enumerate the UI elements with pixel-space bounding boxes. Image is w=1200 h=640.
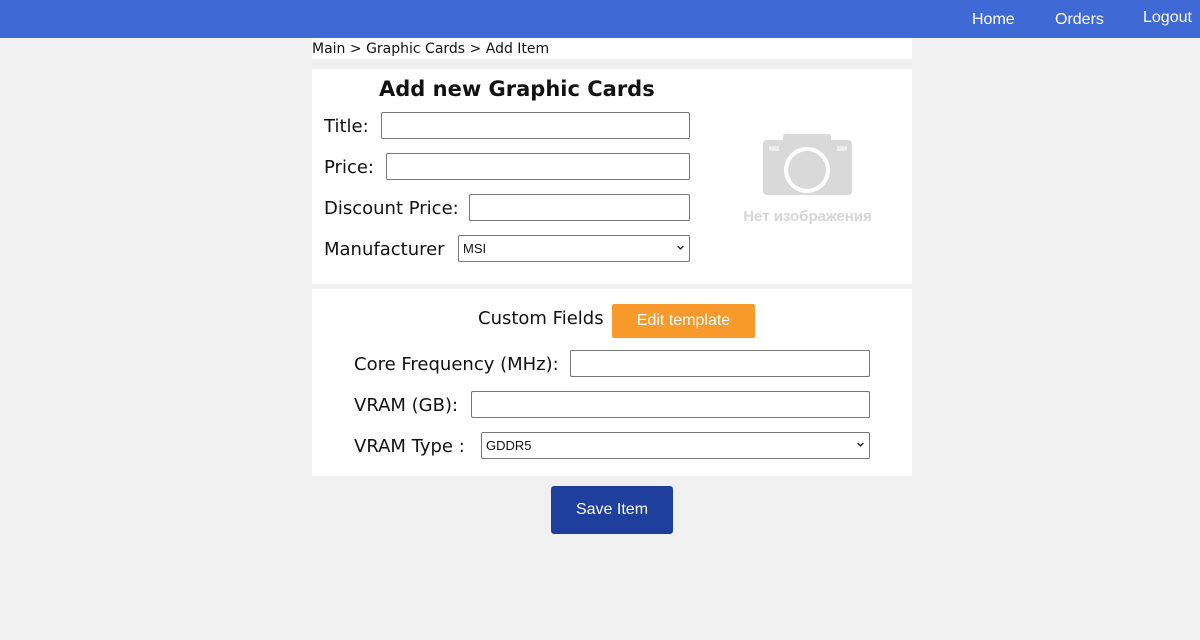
vram-input[interactable]	[471, 391, 870, 418]
discount-price-label: Discount Price:	[324, 198, 459, 219]
vram-type-label: VRAM Type :	[354, 436, 465, 457]
manufacturer-select[interactable]: MSI	[458, 235, 690, 262]
title-label: Title:	[324, 116, 369, 137]
price-label: Price:	[324, 157, 374, 178]
title-input[interactable]	[381, 112, 690, 139]
discount-price-input[interactable]	[469, 194, 690, 221]
custom-fields-panel: Custom Fields Edit template Core Frequen…	[312, 289, 912, 476]
chevron-down-icon	[857, 442, 864, 447]
no-image-placeholder: Нет изображения	[740, 134, 880, 234]
manufacturer-label: Manufacturer	[324, 239, 445, 260]
breadcrumb-separator: >	[345, 41, 367, 57]
nav-orders-link[interactable]: Orders	[1055, 11, 1104, 29]
item-form-panel: Add new Graphic Cards Title: Price: Disc…	[312, 69, 912, 284]
edit-template-button[interactable]: Edit template	[612, 304, 755, 338]
save-item-button[interactable]: Save Item	[551, 486, 673, 534]
vram-type-select[interactable]: GDDR5	[481, 432, 870, 459]
form-heading: Add new Graphic Cards	[379, 77, 655, 101]
nav-home-link[interactable]: Home	[972, 11, 1015, 29]
breadcrumb-separator: >	[465, 41, 486, 57]
vram-type-selected: GDDR5	[486, 438, 532, 453]
price-input[interactable]	[386, 153, 690, 180]
breadcrumb: Main > Graphic Cards > Add Item	[312, 38, 912, 59]
chevron-down-icon	[677, 245, 684, 250]
breadcrumb-main[interactable]: Main	[312, 41, 345, 57]
nav-logout-link[interactable]: Logout	[1143, 9, 1192, 27]
top-nav-bar: Home Orders Logout	[0, 0, 1200, 38]
breadcrumb-category[interactable]: Graphic Cards	[366, 41, 465, 57]
no-image-text: Нет изображения	[743, 208, 872, 225]
custom-fields-heading: Custom Fields	[478, 308, 604, 329]
core-frequency-input[interactable]	[570, 350, 870, 377]
vram-label: VRAM (GB):	[354, 395, 459, 416]
camera-icon	[763, 134, 852, 195]
core-frequency-label: Core Frequency (MHz):	[354, 354, 559, 375]
breadcrumb-current: Add Item	[485, 41, 550, 57]
manufacturer-selected: MSI	[463, 241, 487, 256]
